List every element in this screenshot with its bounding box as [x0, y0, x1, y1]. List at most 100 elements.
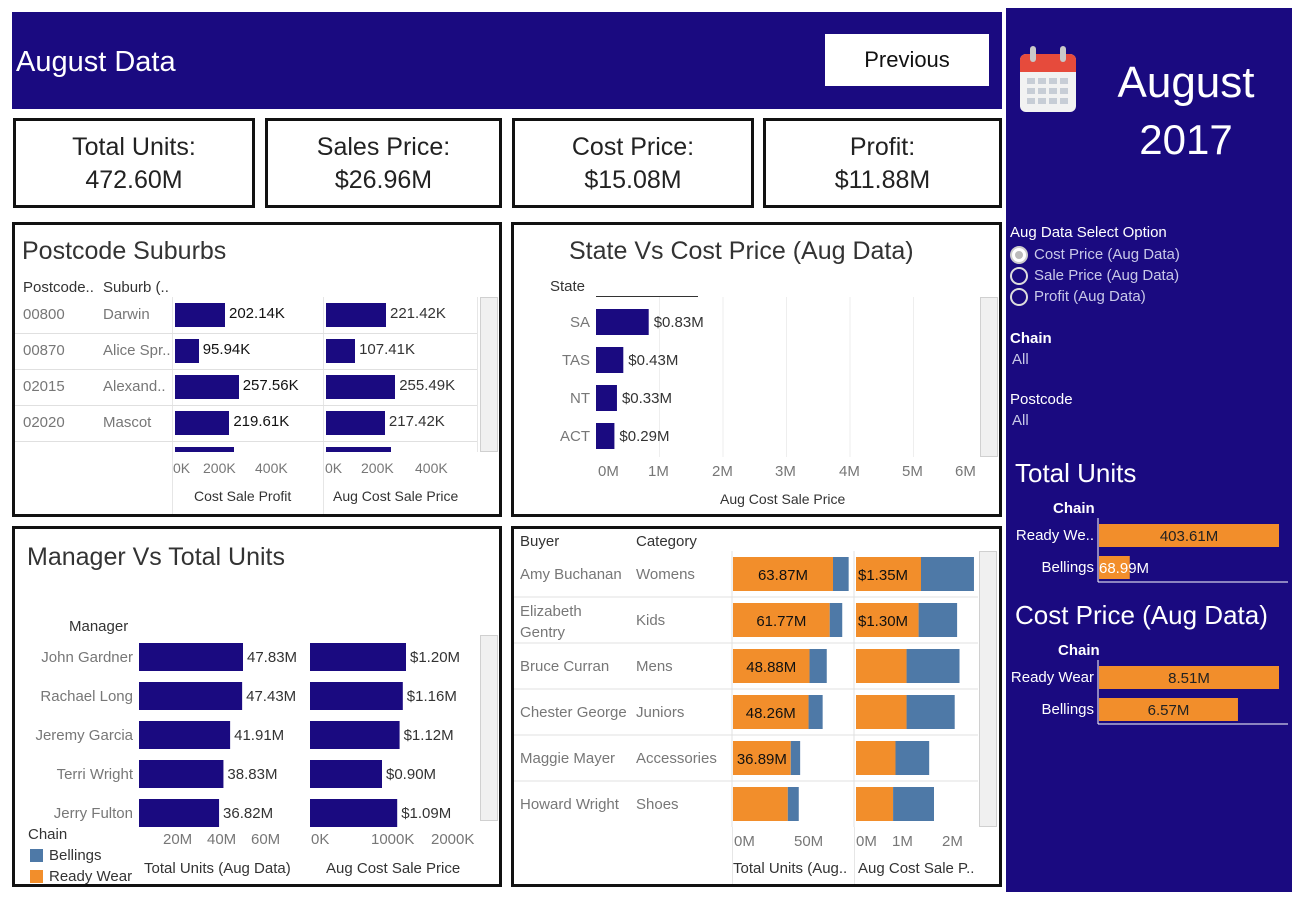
- tick-label: 50M: [794, 833, 824, 850]
- buyer-label: Gentry: [520, 624, 566, 641]
- bar-cost-bellings: [921, 557, 974, 591]
- radio-label: Sale Price (Aug Data): [1034, 267, 1180, 284]
- total-units-chain-chart: Ready We.. 403.61M Bellings 68.99M: [1016, 518, 1288, 583]
- kpi-label: Sales Price:: [316, 133, 451, 161]
- postcode-cell: 00800: [23, 306, 65, 323]
- radio-unselected-icon[interactable]: [1010, 267, 1028, 285]
- tick-label: 1M: [892, 833, 913, 850]
- bar-cost-ready-wear: [856, 741, 896, 775]
- table-row[interactable]: 02015 Alexand.. 257.56K 255.49K: [15, 369, 477, 405]
- kpi-value: 472.60M: [85, 166, 183, 194]
- chain-filter-value[interactable]: All: [1012, 351, 1029, 368]
- select-option-title: Aug Data Select Option: [1010, 224, 1167, 241]
- column-header-category[interactable]: Category: [636, 533, 697, 550]
- data-label: 257.56K: [242, 377, 299, 394]
- legend-item[interactable]: Ready Wear: [49, 868, 132, 885]
- bar-aug-cost-sale-price: [310, 643, 406, 671]
- page-title: August Data: [16, 46, 176, 78]
- bar-cost-sale-profit: [175, 411, 230, 435]
- table-row[interactable]: 00800 Darwin 202.14K 221.42K: [15, 297, 477, 333]
- column-header-suburb[interactable]: Suburb (..: [103, 279, 169, 296]
- tick-label: 0M: [856, 833, 877, 850]
- kpi-value: $26.96M: [334, 166, 433, 194]
- postcode-cell: 02015: [23, 378, 65, 395]
- legend-swatch-bellings: [30, 849, 43, 862]
- data-label: $1.16M: [407, 688, 457, 705]
- tick-label: 2M: [712, 463, 733, 480]
- buyer-scrollbar[interactable]: [979, 551, 997, 827]
- kpi-profit: Profit: $11.88M: [763, 118, 1002, 208]
- total-units-title: Total Units: [1015, 458, 1137, 488]
- bar-cost-sale-profit: [175, 447, 235, 452]
- data-label: 61.77M: [756, 613, 806, 630]
- column-header-postcode[interactable]: Postcode..: [23, 279, 94, 296]
- year-label: 2017: [1139, 116, 1233, 163]
- legend-item[interactable]: Bellings: [49, 847, 102, 864]
- axis-label: Total Units (Aug Data): [144, 860, 291, 877]
- state-bar: [596, 309, 649, 335]
- bar-aug-cost-sale-price: [326, 411, 385, 435]
- bar-cost-bellings: [895, 741, 930, 775]
- data-label: 38.83M: [227, 766, 277, 783]
- tick-label: 1000K: [371, 831, 415, 848]
- data-label: $1.09M: [401, 805, 451, 822]
- state-label: NT: [570, 390, 590, 407]
- calendar-icon: [1020, 46, 1076, 112]
- tick-label: 0K: [173, 460, 191, 476]
- bar-aug-cost-sale-price: [310, 760, 382, 788]
- tick-label: 200K: [203, 460, 236, 476]
- chain-label: Ready Wear: [1011, 669, 1094, 686]
- table-row[interactable]: 02021 Randwick: [15, 441, 477, 452]
- tick-label: 5M: [902, 463, 923, 480]
- kpi-label: Cost Price:: [571, 133, 695, 161]
- data-label: 403.61M: [1160, 528, 1218, 545]
- column-header-buyer[interactable]: Buyer: [520, 533, 559, 550]
- manager-scrollbar[interactable]: [480, 635, 498, 821]
- previous-button[interactable]: Previous: [825, 34, 989, 86]
- cost-price-title: Cost Price (Aug Data): [1015, 600, 1268, 630]
- category-label: Shoes: [636, 796, 679, 813]
- kpi-value: $11.88M: [834, 166, 931, 194]
- data-label: $1.30M: [858, 613, 908, 630]
- data-label: $0.90M: [386, 766, 436, 783]
- buyer-label: Bruce Curran: [520, 658, 609, 675]
- category-label: Womens: [636, 566, 695, 583]
- chain-label: Ready We..: [1016, 527, 1094, 544]
- data-label: 8.51M: [1168, 670, 1210, 687]
- data-label: $1.12M: [404, 727, 454, 744]
- state-scrollbar[interactable]: [980, 297, 998, 457]
- tick-label: 1M: [648, 463, 669, 480]
- postcode-filter-value[interactable]: All: [1012, 412, 1029, 429]
- postcode-scrollbar[interactable]: [480, 297, 498, 452]
- radio-unselected-icon[interactable]: [1010, 288, 1028, 306]
- data-label: $1.35M: [858, 567, 908, 584]
- row-divider: [15, 369, 477, 370]
- data-label: 36.82M: [223, 805, 273, 822]
- table-row[interactable]: 00870 Alice Spr.. 95.94K 107.41K: [15, 333, 477, 369]
- legend-swatch-ready-wear: [30, 870, 43, 883]
- bar-cost-sale-profit: [175, 375, 239, 399]
- tick-label: 60M: [251, 831, 281, 848]
- bar-total-units: [139, 682, 243, 710]
- suburb-cell: Alice Spr..: [103, 342, 171, 359]
- data-label: 95.94K: [202, 341, 251, 358]
- bar-units-bellings: [787, 787, 799, 821]
- radio-dot: [1015, 251, 1023, 259]
- postcode-cell: 02021: [23, 450, 65, 452]
- data-label: 48.88M: [746, 659, 796, 676]
- bar-total-units: [139, 799, 220, 827]
- radio-label: Cost Price (Aug Data): [1034, 246, 1180, 263]
- manager-label: Jerry Fulton: [54, 805, 133, 822]
- manager-label: Rachael Long: [40, 688, 133, 705]
- table-row[interactable]: 02020 Mascot 219.61K 217.42K: [15, 405, 477, 441]
- manager-bar-chart: John Gardner 47.83M $1.20M Rachael Long 47.4…: [35, 643, 460, 827]
- bar-total-units: [139, 643, 243, 671]
- tick-label: 4M: [839, 463, 860, 480]
- data-label: 68.99M: [1099, 560, 1149, 577]
- month-label: August: [1117, 58, 1255, 107]
- data-label: 48.26M: [746, 705, 796, 722]
- chain-header: Chain: [1053, 500, 1095, 517]
- data-label: 107.41K: [359, 341, 415, 358]
- bar-units-bellings: [808, 695, 823, 729]
- tick-label: 2M: [942, 833, 963, 850]
